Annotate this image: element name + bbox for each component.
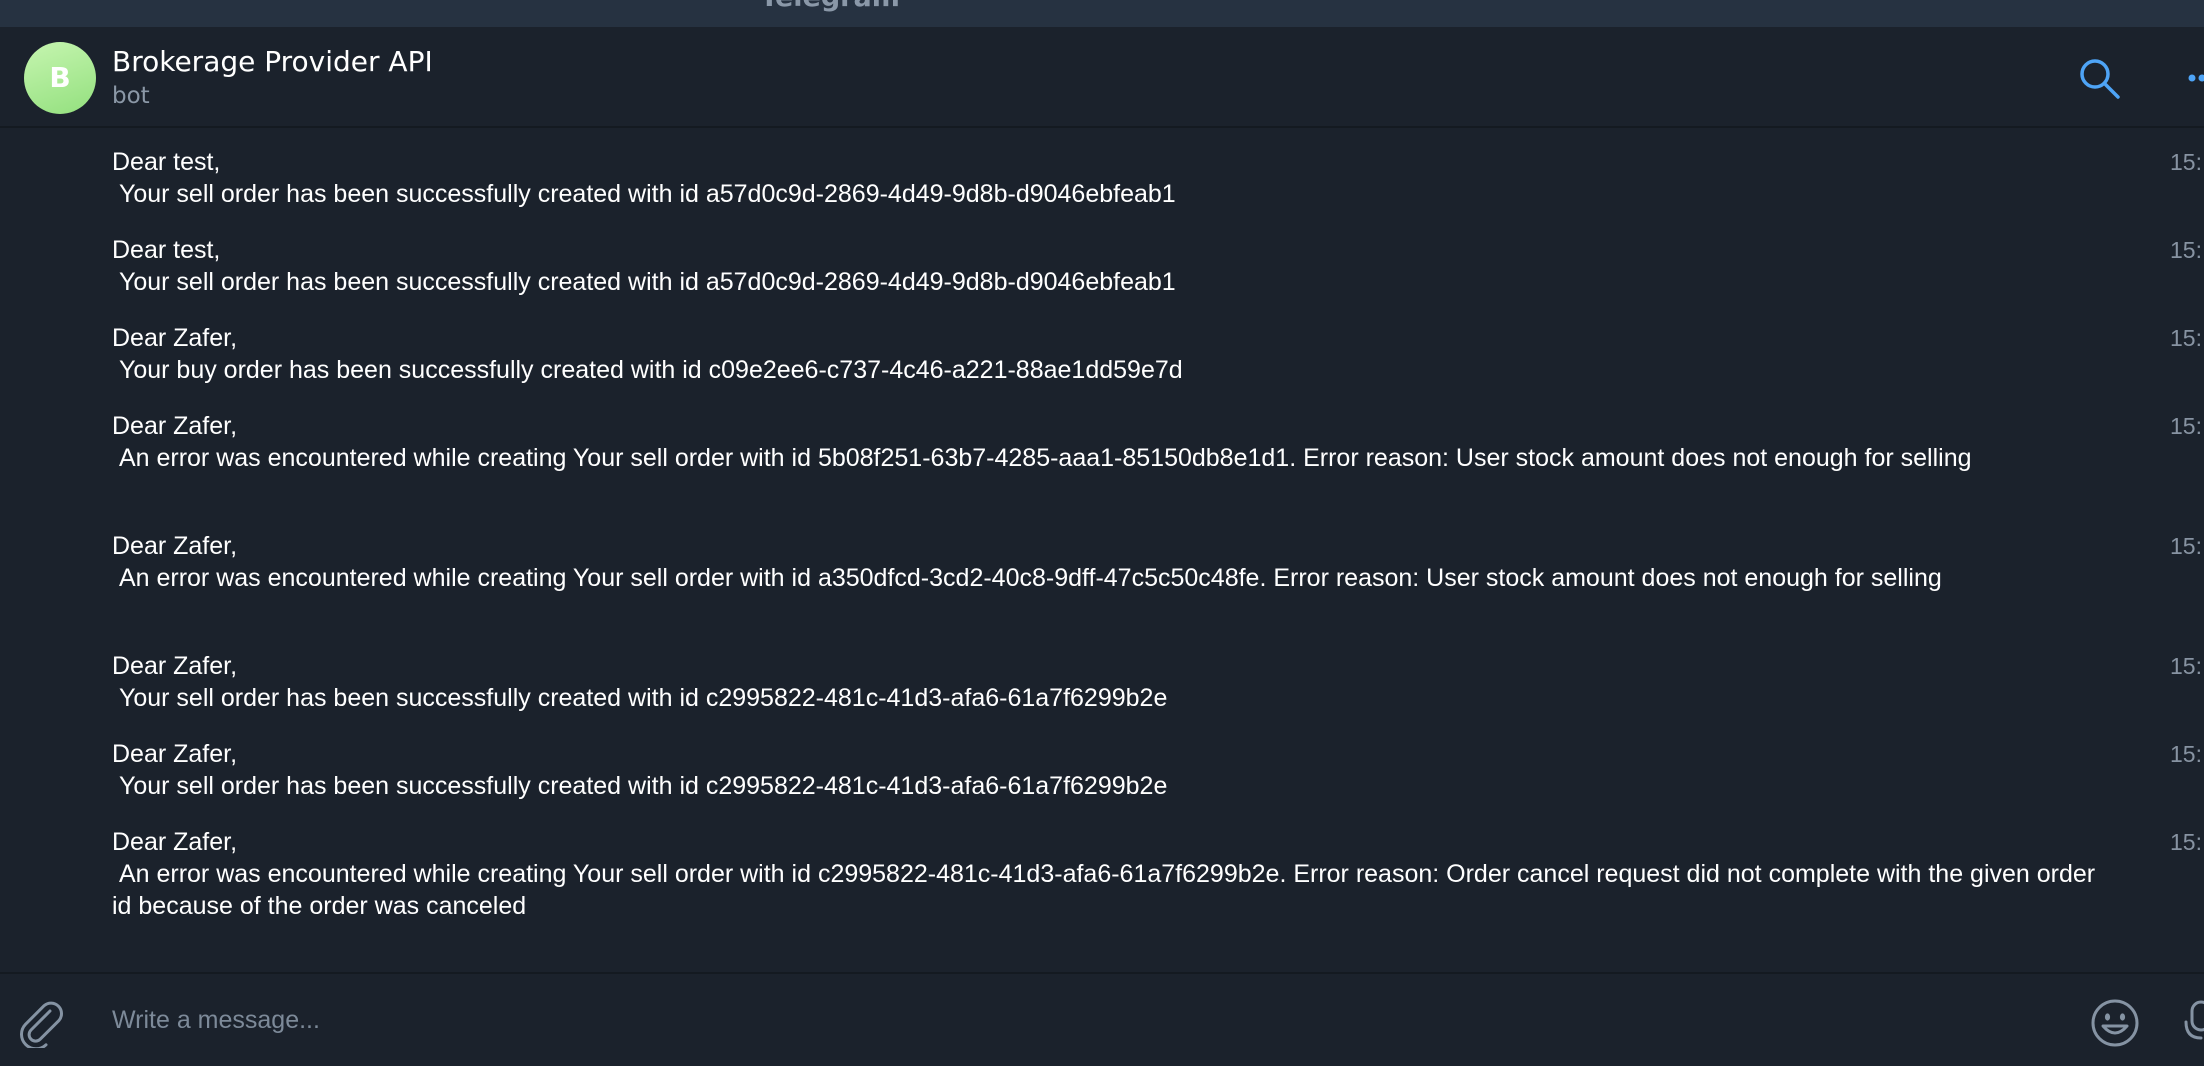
telegram-window: Telegram B Brokerage Provider API bot De… — [0, 0, 2204, 1066]
avatar[interactable]: B — [24, 42, 96, 114]
message[interactable]: Dear Zafer, An error was encountered whi… — [112, 410, 2204, 474]
message-time: 15: — [2170, 741, 2202, 767]
microphone-icon — [2184, 1000, 2204, 1040]
message-text: Dear Zafer, An error was encountered whi… — [112, 412, 1972, 472]
message-time: 15: — [2170, 325, 2202, 351]
message-time: 15: — [2170, 829, 2202, 855]
search-icon — [2080, 59, 2120, 99]
more-vertical-icon — [2188, 74, 2204, 82]
message-text: Dear Zafer, Your sell order has been suc… — [112, 652, 1168, 712]
paperclip-icon — [20, 1001, 63, 1051]
message-time: 15: — [2170, 237, 2202, 263]
voice-message-button[interactable] — [2184, 996, 2204, 1048]
message[interactable]: Dear Zafer, Your sell order has been suc… — [112, 650, 2204, 714]
message[interactable]: Dear test, Your sell order has been succ… — [112, 146, 2204, 210]
message-list[interactable]: Dear test, Your sell order has been succ… — [0, 128, 2204, 972]
chat-header[interactable]: B Brokerage Provider API bot — [0, 27, 2204, 128]
attach-button[interactable] — [16, 998, 66, 1051]
window-titlebar: Telegram — [0, 0, 2204, 27]
message[interactable]: Dear Zafer, Your buy order has been succ… — [112, 322, 2204, 386]
message-text: Dear Zafer, An error was encountered whi… — [112, 828, 2096, 920]
message-text: Dear Zafer, Your sell order has been suc… — [112, 740, 1168, 800]
message-composer — [0, 972, 2204, 1066]
emoji-button[interactable] — [2090, 998, 2140, 1048]
message[interactable]: Dear Zafer, Your sell order has been suc… — [112, 738, 2204, 802]
message[interactable]: Dear Zafer, An error was encountered whi… — [112, 530, 2204, 594]
message[interactable]: Dear test, Your sell order has been succ… — [112, 234, 2204, 298]
message[interactable]: Dear Zafer, An error was encountered whi… — [112, 826, 2204, 922]
message-text: Dear test, Your sell order has been succ… — [112, 148, 1176, 208]
chat-title[interactable]: Brokerage Provider API — [112, 45, 433, 78]
message-text: Dear test, Your sell order has been succ… — [112, 236, 1176, 296]
message-text: Dear Zafer, Your buy order has been succ… — [112, 324, 1183, 384]
message-text: Dear Zafer, An error was encountered whi… — [112, 532, 1942, 592]
chat-status: bot — [112, 83, 150, 109]
app-title: Telegram — [0, 0, 1660, 13]
smiley-icon — [2091, 999, 2139, 1047]
message-time: 15: — [2170, 149, 2202, 175]
message-input[interactable] — [112, 992, 2052, 1048]
message-time: 15: — [2170, 653, 2202, 679]
more-options-button[interactable] — [2180, 55, 2204, 101]
search-button[interactable] — [2076, 55, 2122, 101]
message-time: 15: — [2170, 413, 2202, 439]
message-time: 15: — [2170, 533, 2202, 559]
